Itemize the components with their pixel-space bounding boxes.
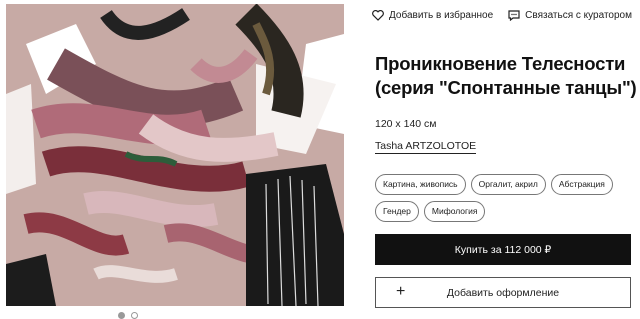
artwork-painting	[6, 4, 344, 306]
heart-icon	[372, 9, 384, 21]
contact-curator-button[interactable]: Связаться с куратором	[508, 10, 632, 21]
tag-chip[interactable]: Картина, живопись	[375, 174, 466, 195]
add-framing-button[interactable]: + Добавить оформление	[375, 277, 631, 308]
tag-list: Картина, живопись Оргалит, акрил Абстрак…	[375, 174, 637, 222]
product-size: 120 x 140 см	[375, 118, 437, 130]
add-to-favorites-button[interactable]: Добавить в избранное	[372, 9, 494, 21]
pagination-dot[interactable]	[131, 312, 138, 319]
chat-icon	[508, 9, 520, 21]
plus-icon: +	[396, 283, 406, 300]
pagination-dot[interactable]	[118, 312, 125, 319]
add-framing-label: Добавить оформление	[446, 286, 560, 299]
top-actions-bar: Добавить в избранное Связаться с куратор…	[372, 7, 632, 23]
tag-chip[interactable]: Гендер	[375, 201, 419, 222]
buy-button[interactable]: Купить за 112 000 ₽	[375, 234, 631, 265]
curator-label: Связаться с куратором	[525, 9, 632, 21]
artist-link[interactable]: Tasha ARTZOLOTOE	[375, 140, 477, 154]
tag-chip[interactable]: Абстракция	[550, 174, 613, 195]
tag-chip[interactable]: Мифология	[423, 201, 486, 222]
gallery-pagination[interactable]	[118, 312, 138, 319]
tag-chip[interactable]: Оргалит, акрил	[470, 174, 546, 195]
favorites-label: Добавить в избранное	[389, 9, 494, 21]
artwork-image[interactable]	[6, 4, 344, 306]
product-title: Проникновение Телесности (серия "Спонтан…	[375, 53, 637, 98]
